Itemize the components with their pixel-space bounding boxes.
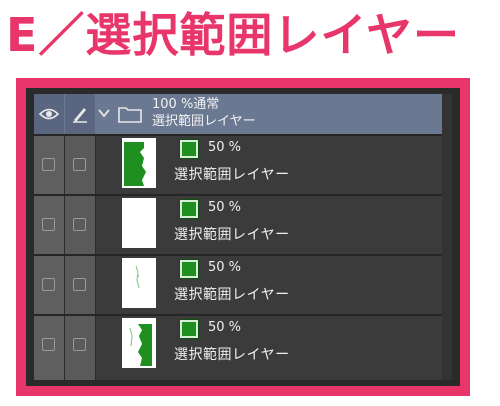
layer-opacity: 50 % [208,140,242,155]
chevron-down-icon[interactable] [98,106,110,122]
layer-thumbnail [122,258,156,308]
layer-thumbnail [122,138,156,188]
layer-panel: 100 %通常 選択範囲レイヤー 50 % 選択範囲レイヤー 50 % 選択範囲… [34,94,452,380]
layer-opacity: 50 % [208,200,242,215]
layer-panel-frame: 100 %通常 選択範囲レイヤー 50 % 選択範囲レイヤー 50 % 選択範囲… [16,78,470,396]
layer-color-swatch[interactable] [179,319,199,339]
layer-name: 選択範囲レイヤー [174,227,290,243]
pen-icon[interactable] [65,94,95,134]
visibility-checkbox[interactable] [42,338,55,351]
folder-label: 100 %通常 選択範囲レイヤー [152,96,256,130]
page-heading: E／選択範囲レイヤー [6,8,461,62]
layer-row[interactable]: 50 % 選択範囲レイヤー [34,194,442,254]
layer-row[interactable]: 50 % 選択範囲レイヤー [34,314,442,374]
layer-name: 選択範囲レイヤー [174,287,290,303]
layer-thumbnail [122,198,156,248]
lock-checkbox[interactable] [73,338,86,351]
folder-blend-mode: 100 %通常 [152,97,220,112]
layer-name: 選択範囲レイヤー [174,167,290,183]
layer-color-swatch[interactable] [179,259,199,279]
scrollbar[interactable] [442,94,452,380]
layer-opacity: 50 % [208,320,242,335]
layer-opacity: 50 % [208,260,242,275]
folder-name: 選択範囲レイヤー [152,114,256,129]
visibility-checkbox[interactable] [42,218,55,231]
layer-thumbnail [122,318,156,368]
lock-checkbox[interactable] [73,278,86,291]
lock-checkbox[interactable] [73,218,86,231]
visibility-checkbox[interactable] [42,158,55,171]
folder-layer-row[interactable]: 100 %通常 選択範囲レイヤー [34,94,442,134]
layer-name: 選択範囲レイヤー [174,347,290,363]
layer-color-swatch[interactable] [179,199,199,219]
eye-icon[interactable] [34,94,64,134]
lock-checkbox[interactable] [73,158,86,171]
layer-color-swatch[interactable] [179,139,199,159]
visibility-checkbox[interactable] [42,278,55,291]
layer-row[interactable]: 50 % 選択範囲レイヤー [34,134,442,194]
layer-row[interactable]: 50 % 選択範囲レイヤー [34,254,442,314]
folder-icon [118,105,142,123]
